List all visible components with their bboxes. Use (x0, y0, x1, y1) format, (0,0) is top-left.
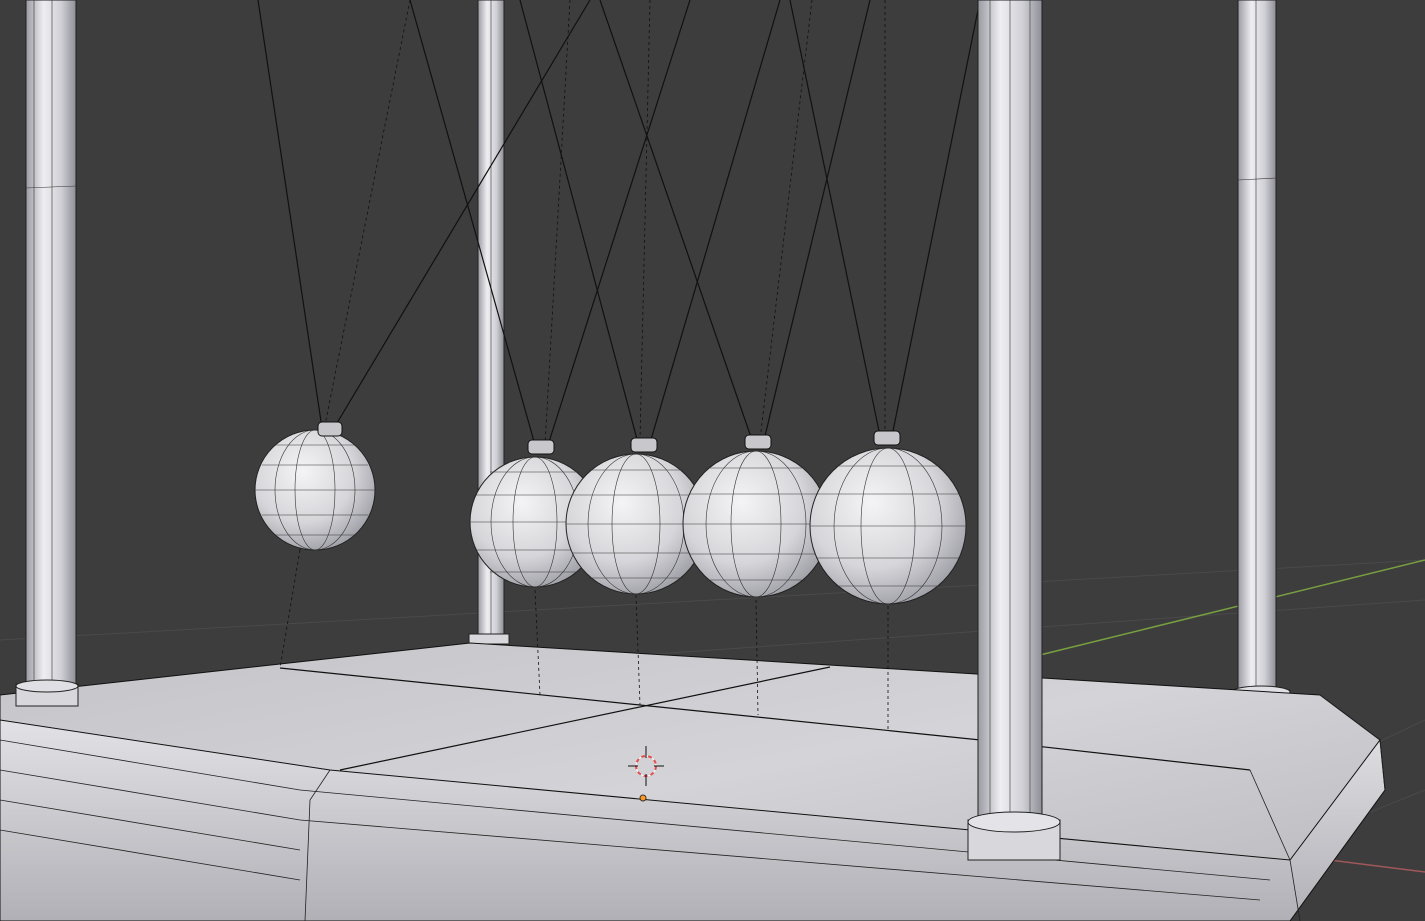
3d-viewport[interactable] (0, 0, 1425, 921)
y-axis-line (1039, 559, 1425, 656)
cradle-base[interactable] (0, 642, 1386, 921)
pendulum-ball-4[interactable] (682, 434, 830, 598)
viewport-canvas[interactable] (0, 0, 1425, 921)
pendulum-ball-1[interactable] (254, 421, 376, 551)
pendulum-strings (257, 0, 981, 446)
post-front-left[interactable] (15, 0, 79, 707)
post-back-right[interactable] (1231, 0, 1291, 711)
pendulum-ball-5[interactable] (809, 430, 967, 605)
object-origin-icon[interactable] (639, 794, 647, 802)
